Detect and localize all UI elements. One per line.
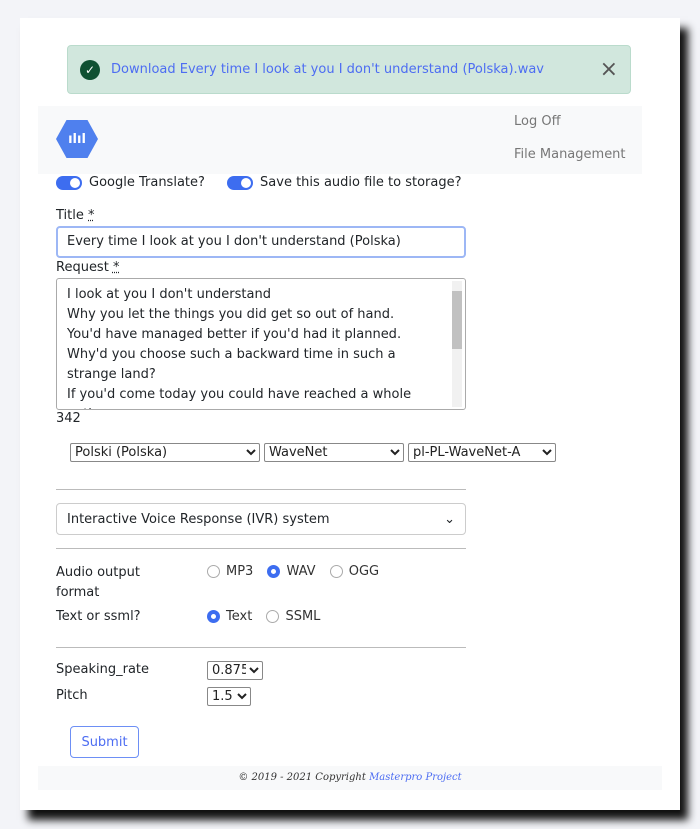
request-label: Request *: [56, 260, 120, 275]
download-link[interactable]: Download Every time I look at you I don'…: [111, 62, 600, 77]
title-input[interactable]: Every time I look at you I don't underst…: [56, 226, 466, 258]
radio-text[interactable]: Text: [207, 609, 252, 624]
toggle-label: Save this audio file to storage?: [260, 175, 462, 190]
character-count: 342: [56, 411, 81, 426]
divider: [56, 647, 466, 648]
speaking-rate-select[interactable]: 0.875: [207, 661, 263, 680]
save-storage-toggle[interactable]: Save this audio file to storage?: [227, 175, 462, 190]
toggle-switch-icon[interactable]: [56, 175, 82, 190]
request-textarea[interactable]: I look at you I don't understand Why you…: [56, 278, 466, 410]
text-ssml-label: Text or ssml?: [56, 609, 141, 624]
check-circle-icon: ✓: [80, 59, 100, 80]
voice-type-select[interactable]: WaveNet: [264, 443, 404, 462]
file-management-link[interactable]: File Management: [514, 147, 626, 162]
submit-button[interactable]: Submit: [70, 726, 139, 758]
masterpro-link[interactable]: Masterpro Project: [369, 772, 462, 783]
radio-wav[interactable]: WAV: [267, 564, 316, 579]
pitch-select[interactable]: 1.5: [207, 687, 251, 706]
audio-format-label: Audio output format: [56, 565, 140, 600]
voice-name-select[interactable]: pl-PL-WaveNet-A: [408, 443, 556, 462]
radio-ssml[interactable]: SSML: [266, 609, 320, 624]
title-label: Title *: [56, 208, 95, 223]
google-translate-toggle[interactable]: Google Translate?: [56, 175, 205, 190]
divider: [56, 548, 466, 549]
footer: © 2019 - 2021 Copyright Masterpro Projec…: [38, 766, 662, 790]
radio-ogg[interactable]: OGG: [329, 564, 379, 579]
toggle-label: Google Translate?: [89, 175, 205, 190]
logo-icon[interactable]: ılıl: [56, 120, 98, 158]
close-icon[interactable]: ×: [600, 57, 618, 82]
log-off-link[interactable]: Log Off: [514, 114, 561, 129]
navbar: ılıl Log Off File Management: [38, 106, 642, 174]
language-select[interactable]: Polski (Polska): [70, 443, 260, 462]
pitch-label: Pitch: [56, 688, 88, 703]
chevron-down-icon: ⌄: [444, 511, 455, 527]
speaking-rate-label: Speaking_rate: [56, 662, 150, 677]
toggle-switch-icon[interactable]: [227, 175, 254, 190]
divider: [56, 489, 466, 490]
radio-mp3[interactable]: MP3: [207, 564, 253, 579]
ivr-accordion[interactable]: Interactive Voice Response (IVR) system ⌄: [56, 503, 466, 535]
success-alert: ✓ Download Every time I look at you I do…: [67, 45, 631, 94]
ivr-label: Interactive Voice Response (IVR) system: [67, 511, 330, 527]
textarea-scrollbar[interactable]: [452, 281, 462, 407]
page-card: ✓ Download Every time I look at you I do…: [20, 18, 680, 810]
